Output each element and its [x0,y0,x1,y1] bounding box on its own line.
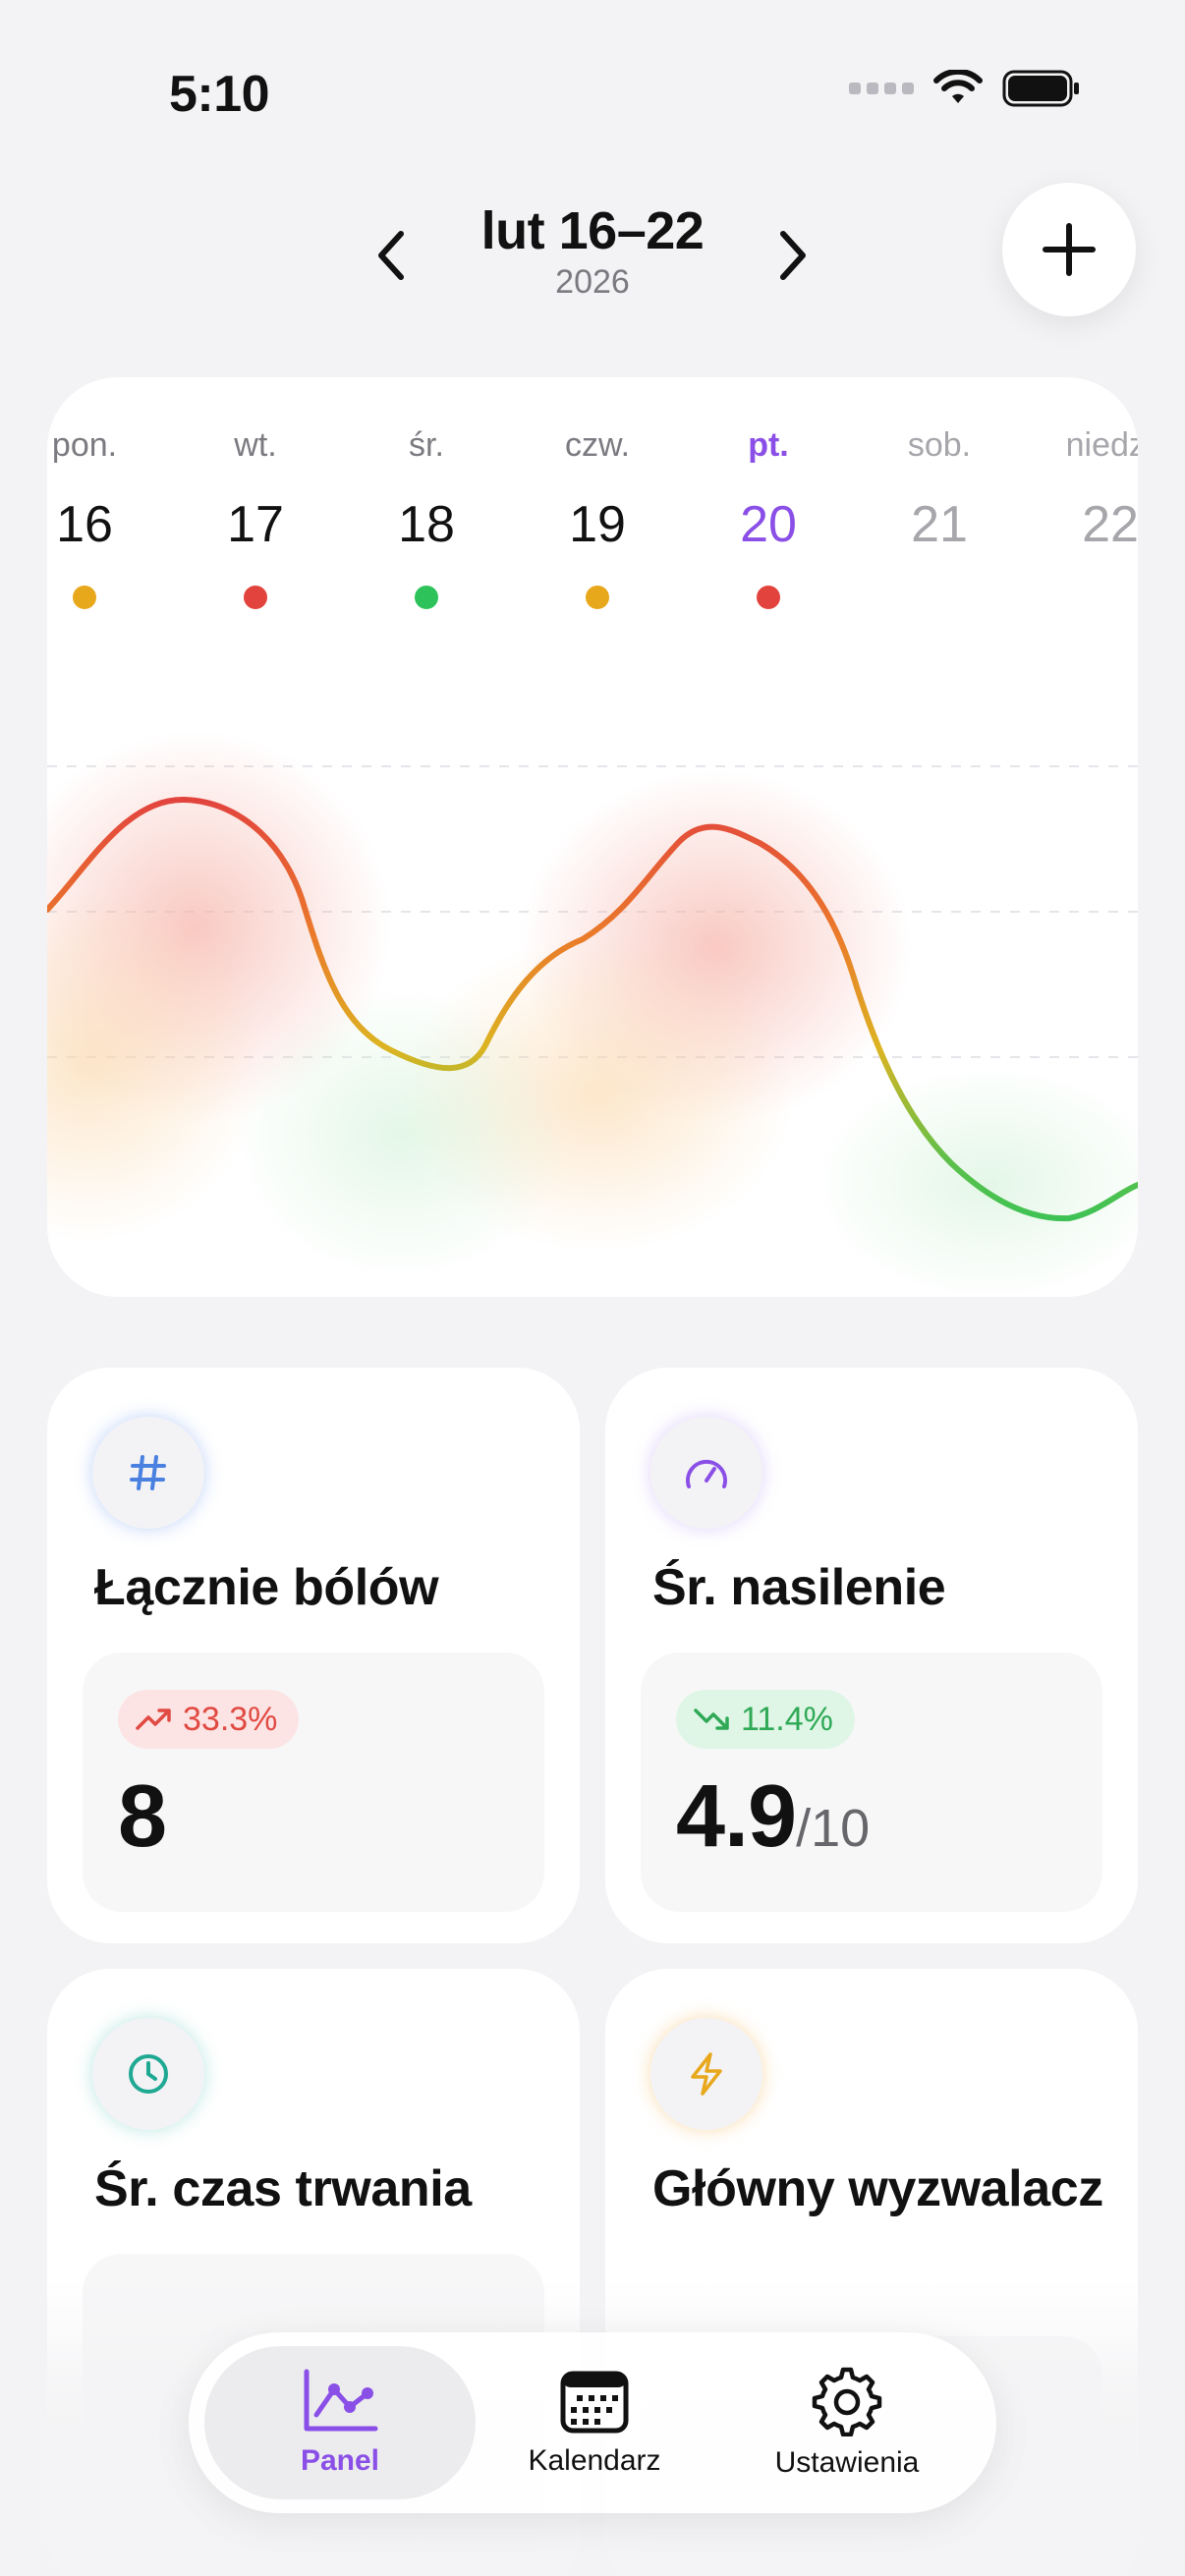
day-name: śr. [409,426,444,464]
week-days-row: pon. 16 wt. 17 śr. 18 czw. 19 pt. 20 sob. 21 niedz. 2… [47,377,1138,633]
cellular-icon [849,83,914,94]
tab-label: Kalendarz [528,2444,661,2477]
day-name: wt. [234,426,277,464]
gauge-icon [650,1417,762,1529]
tab-panel[interactable]: Panel [204,2346,476,2499]
day-column[interactable]: pt. 20 [700,426,837,609]
day-number: 20 [740,496,797,553]
stat-title: Łącznie bólów [94,1559,439,1616]
clock-icon [92,2018,204,2130]
add-entry-button[interactable] [1002,183,1136,316]
day-number: 21 [911,496,968,553]
stat-title: Główny wyzwalacz [652,2160,1103,2217]
day-number: 16 [56,496,113,553]
tab-label: Panel [300,2444,380,2477]
change-badge: 33.3% [118,1690,300,1749]
stat-value-box: 33.3% 8 [83,1652,544,1912]
tab-calendar[interactable]: Kalendarz [491,2346,698,2499]
tab-bar: Panel Kalendarz Ustawienia [189,2332,996,2513]
day-column[interactable]: śr. 18 [358,426,495,609]
severity-dot [586,586,609,609]
change-badge: 11.4% [676,1690,855,1749]
status-time: 5:10 [169,66,270,123]
day-name: pt. [748,426,789,464]
tab-settings[interactable]: Ustawienia [719,2346,975,2499]
status-icons [849,69,1081,108]
chevron-right-icon [780,231,806,280]
chart-glow [47,731,1138,1297]
day-number: 17 [227,496,284,553]
value-suffix: /10 [796,1799,871,1858]
trend-down-icon [694,1708,729,1730]
day-column[interactable]: pon. 16 [47,426,153,609]
stat-title: Śr. czas trwania [94,2160,472,2217]
gear-icon [812,2367,882,2436]
stat-value: 4.9/10 [676,1766,870,1868]
chart-icon [304,2369,378,2432]
weekly-chart-card: pon. 16 wt. 17 śr. 18 czw. 19 pt. 20 sob. 21 niedz. 2… [47,377,1138,1297]
dashboard-screen: 5:10 lut 16–22 2026 pon. 16 wt. 17 śr. 1… [0,0,1185,2576]
day-name: niedz. [1065,426,1138,464]
trend-up-icon [136,1708,171,1730]
average-severity-card[interactable]: Śr. nasilenie 11.4% 4.9/10 [605,1368,1138,1943]
day-number: 19 [569,496,626,553]
stat-value: 8 [118,1766,167,1868]
severity-dot [73,586,96,609]
battery-icon [1002,70,1079,107]
day-number: 22 [1082,496,1138,553]
change-value: 33.3% [183,1700,278,1738]
change-value: 11.4% [741,1700,833,1738]
total-attacks-card[interactable]: Łącznie bólów 33.3% 8 [47,1368,580,1943]
stat-value-box: 11.4% 4.9/10 [641,1652,1102,1912]
plus-icon [1043,223,1096,276]
wifi-icon [933,70,983,103]
day-name: pon. [51,426,118,464]
value-number: 4.9 [676,1767,797,1866]
tab-label: Ustawienia [774,2446,920,2479]
day-name: sob. [907,426,972,464]
hash-icon [92,1417,204,1529]
calendar-icon [560,2371,629,2434]
severity-dot [244,586,267,609]
severity-dot [757,586,780,609]
day-column[interactable]: niedz. 22 [1042,426,1138,556]
day-name: czw. [564,426,631,464]
severity-dot [415,586,438,609]
bolt-icon [650,2018,762,2130]
next-week-button[interactable] [754,216,832,295]
day-column[interactable]: czw. 19 [529,426,666,609]
day-number: 18 [398,496,455,553]
day-column[interactable]: wt. 17 [187,426,324,609]
stat-title: Śr. nasilenie [652,1559,946,1616]
day-column[interactable]: sob. 21 [871,426,1008,556]
value-number: 8 [118,1767,167,1866]
